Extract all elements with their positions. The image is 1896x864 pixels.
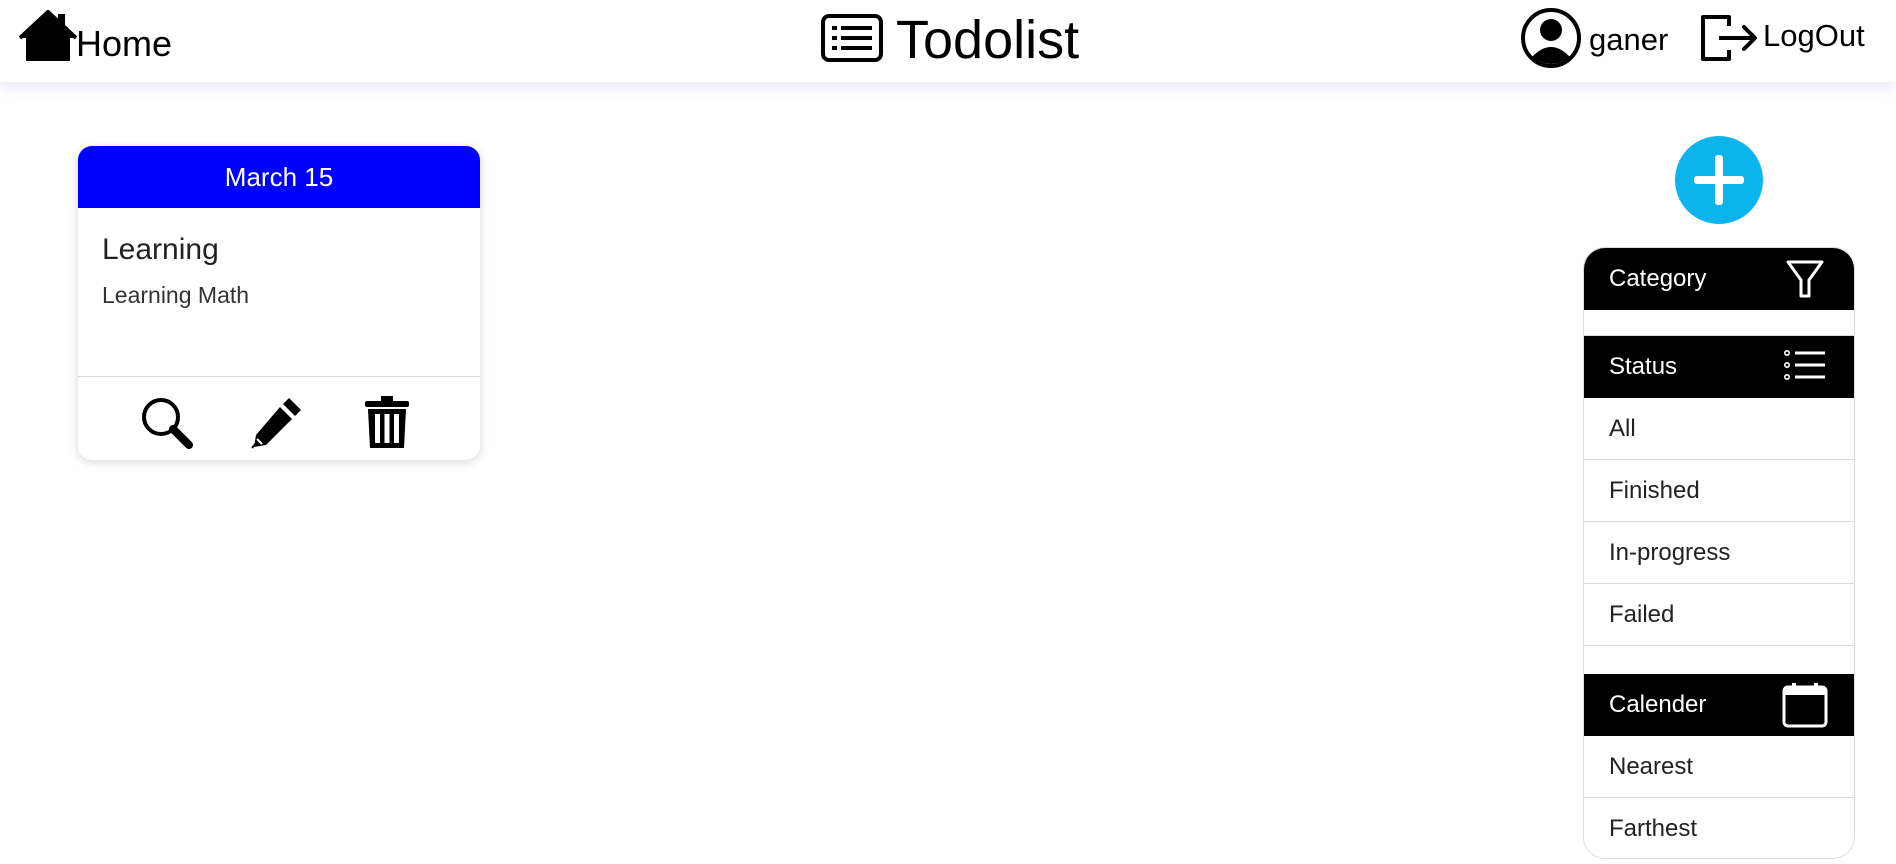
task-card: March 15 Learning Learning Math	[78, 146, 480, 460]
status-option-finished[interactable]: Finished	[1584, 460, 1854, 522]
app-title: Todolist	[896, 10, 1080, 70]
house-icon	[18, 9, 78, 68]
logout-label: LogOut	[1763, 18, 1865, 53]
task-title: Learning	[102, 233, 219, 266]
user-profile[interactable]: ganer	[1520, 7, 1669, 74]
home-link[interactable]: Home	[18, 10, 173, 68]
filter-icon	[1786, 260, 1824, 298]
task-body: Learning Learning Math	[78, 208, 480, 377]
plus-icon	[1694, 155, 1744, 205]
search-icon	[142, 398, 193, 449]
pencil-icon	[251, 398, 301, 449]
status-label: Status	[1609, 353, 1678, 380]
calendar-header[interactable]: Calender	[1584, 674, 1854, 736]
list-icon	[1783, 350, 1825, 380]
task-description: Learning Math	[102, 282, 250, 308]
status-header[interactable]: Status	[1584, 336, 1854, 398]
home-label: Home	[76, 23, 173, 64]
calendar-option-nearest[interactable]: Nearest	[1584, 736, 1854, 798]
delete-task-button[interactable]	[359, 395, 415, 449]
status-option-in-progress[interactable]: In-progress	[1584, 522, 1854, 584]
list-icon	[820, 13, 884, 68]
logout-icon	[1697, 12, 1761, 69]
task-actions	[78, 377, 480, 460]
top-navbar: Home Todolist ganer LogOut	[0, 0, 1896, 82]
status-option-all[interactable]: All	[1584, 398, 1854, 460]
user-name: ganer	[1589, 22, 1669, 57]
add-task-button[interactable]	[1675, 136, 1763, 224]
calendar-option-farthest[interactable]: Farthest	[1584, 798, 1854, 858]
category-header[interactable]: Category	[1584, 248, 1854, 310]
app-brand: Todolist	[820, 10, 1079, 70]
calendar-icon	[1782, 683, 1828, 728]
calendar-label: Calender	[1609, 691, 1707, 718]
category-label: Category	[1609, 265, 1707, 292]
user-circle-icon	[1520, 7, 1582, 74]
trash-icon	[365, 396, 409, 448]
filter-panel: Category Status All Finished In-progress…	[1583, 247, 1855, 859]
view-task-button[interactable]	[139, 395, 195, 449]
status-option-failed[interactable]: Failed	[1584, 584, 1854, 646]
logout-button[interactable]: LogOut	[1697, 14, 1865, 66]
edit-task-button[interactable]	[248, 395, 304, 449]
task-date: March 15	[78, 146, 480, 208]
